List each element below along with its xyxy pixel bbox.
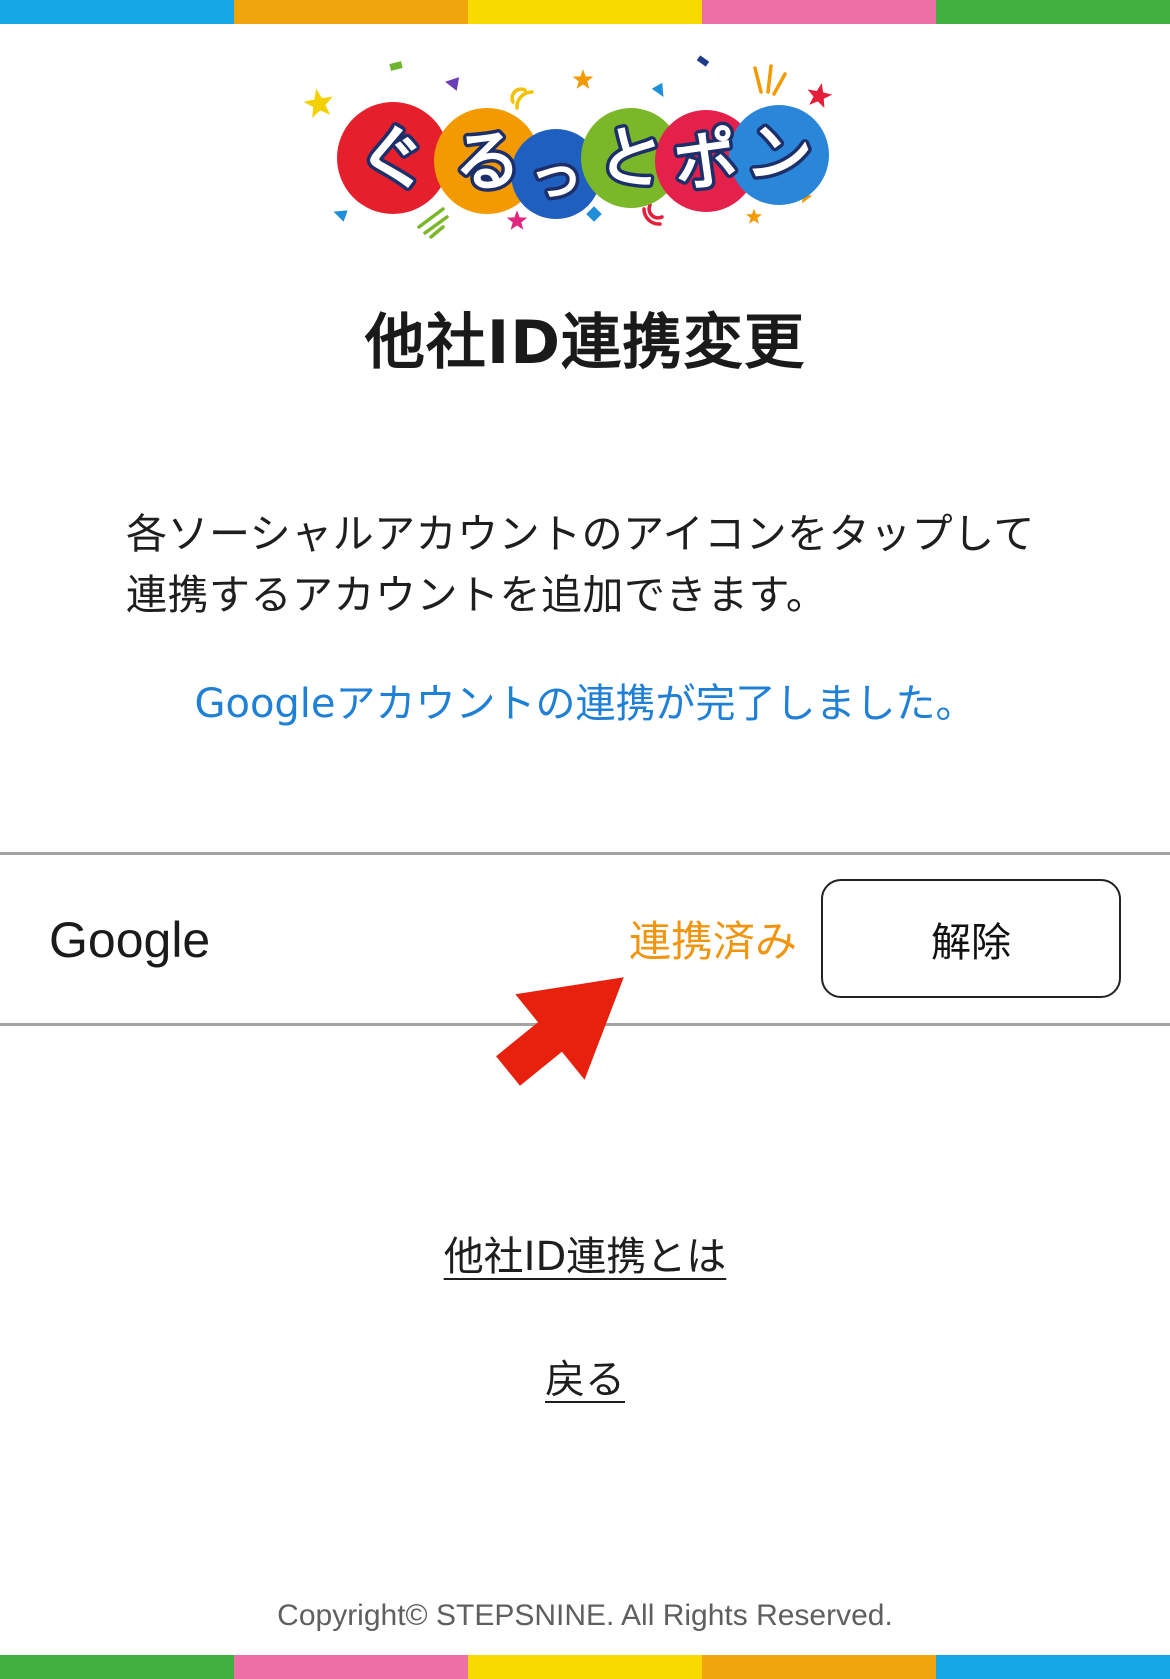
confetti-burst xyxy=(417,207,449,239)
top-color-bar xyxy=(0,0,1170,24)
confetti-triangle xyxy=(445,77,460,91)
logo-char: ポ xyxy=(669,121,743,203)
description-line: 各ソーシャルアカウントのアイコンをタップして xyxy=(126,510,1035,558)
back-link-container: 戻る xyxy=(0,1352,1170,1408)
description: 各ソーシャルアカウントのアイコンをタップして 連携するアカウントを追加できます。 xyxy=(126,504,1126,626)
logo-char: と xyxy=(593,117,669,201)
color-segment xyxy=(0,0,234,24)
confetti-triangle xyxy=(333,210,348,222)
logo-char: ン xyxy=(742,115,816,197)
confetti-rect xyxy=(389,61,403,71)
confetti-arcs xyxy=(642,203,664,226)
back-link[interactable]: 戻る xyxy=(545,1357,625,1403)
confetti-diamond xyxy=(586,206,602,222)
color-segment xyxy=(468,1655,702,1679)
logo-char: ぐ xyxy=(351,114,434,207)
link-status-label: 連携済み xyxy=(629,917,798,966)
gurutto-pon-logo: ぐ る っ と ポ ン xyxy=(301,55,835,239)
unlink-button[interactable]: 解除 xyxy=(821,879,1121,998)
color-segment xyxy=(234,0,468,24)
confetti-star xyxy=(572,69,594,89)
copyright-text: Copyright© STEPSNINE. All Rights Reserve… xyxy=(277,1599,893,1632)
logo-char: る xyxy=(451,121,523,203)
color-segment xyxy=(0,1655,234,1679)
confetti-burst xyxy=(753,64,787,96)
link-success-message: Googleアカウントの連携が完了しました。 xyxy=(194,681,976,727)
page-title: 他社ID連携変更 xyxy=(364,308,806,378)
confetti-star xyxy=(804,80,835,110)
color-segment xyxy=(936,0,1170,24)
color-segment xyxy=(702,1655,936,1679)
description-line: 連携するアカウントを追加できます。 xyxy=(126,571,828,619)
confetti-rect xyxy=(696,55,710,67)
logo-char: っ xyxy=(529,145,583,208)
confetti-star xyxy=(506,210,528,230)
color-segment xyxy=(468,0,702,24)
about-link-container: 他社ID連携とは xyxy=(0,1229,1170,1285)
color-segment xyxy=(702,0,936,24)
color-segment xyxy=(936,1655,1170,1679)
bottom-color-bar xyxy=(0,1655,1170,1679)
about-id-linking-link[interactable]: 他社ID連携とは xyxy=(444,1234,727,1280)
confetti-star xyxy=(746,208,762,224)
confetti-star xyxy=(301,86,336,120)
linked-account-row: Google 連携済み 解除 xyxy=(0,852,1170,1026)
provider-name: Google xyxy=(49,912,211,968)
color-segment xyxy=(234,1655,468,1679)
confetti-triangle xyxy=(651,82,664,98)
confetti-arcs xyxy=(510,87,534,110)
